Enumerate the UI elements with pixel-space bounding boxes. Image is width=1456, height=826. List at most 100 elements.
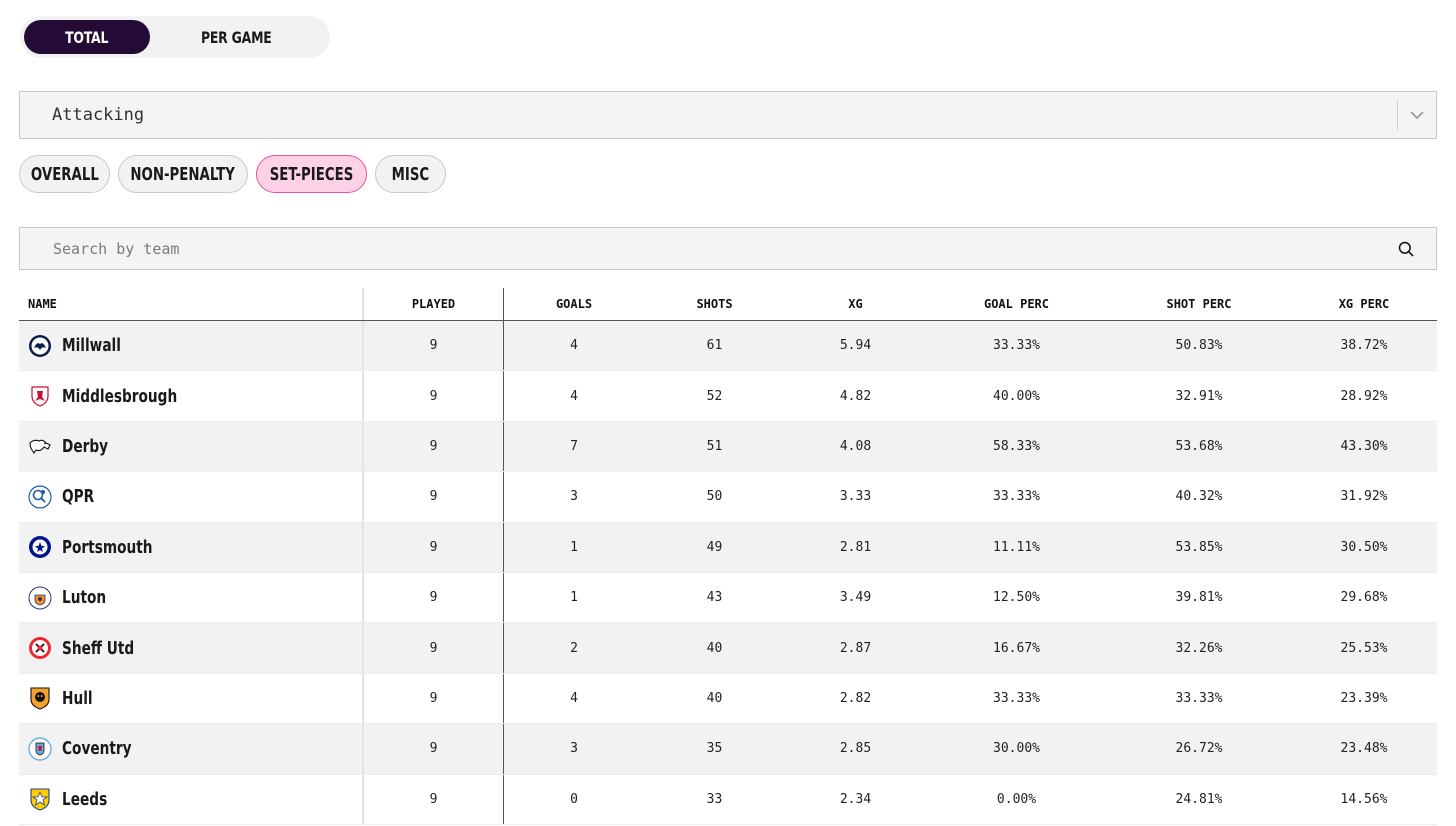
cell-goal-perc: 33.33%: [993, 690, 1040, 706]
cell-xg-perc: 43.30%: [1340, 438, 1388, 454]
table-row[interactable]: Portsmouth 9 1 49 2.81 11.11% 53.85% 30.50%: [19, 522, 1437, 573]
sheff-utd-crest-icon: [28, 636, 52, 660]
per-game-toggle-button[interactable]: PER GAME: [150, 20, 322, 54]
cell-shots: 33: [706, 791, 723, 807]
search-icon[interactable]: [1376, 241, 1436, 257]
team-name[interactable]: Derby: [62, 436, 108, 457]
team-name[interactable]: Luton: [62, 587, 106, 608]
table-row[interactable]: Luton 9 1 43 3.49 12.50% 39.81% 29.68%: [19, 572, 1437, 624]
portsmouth-crest-icon: [28, 535, 52, 559]
team-name[interactable]: Sheff Utd: [62, 638, 134, 659]
header-shots[interactable]: SHOTS: [644, 297, 785, 311]
cell-shot-perc: 53.85%: [1175, 539, 1223, 555]
cell-shot-perc: 39.81%: [1175, 590, 1223, 606]
cell-xg-perc: 38.72%: [1340, 338, 1388, 354]
team-name[interactable]: Middlesbrough: [62, 386, 177, 407]
table-row[interactable]: Middlesbrough 9 4 52 4.82 40.00% 32.91% 28.92%: [19, 371, 1437, 422]
search-input[interactable]: [20, 228, 1376, 269]
cell-xg: 2.82: [839, 690, 872, 706]
cell-xg-perc: 30.50%: [1340, 539, 1388, 555]
filter-pills: OVERALL NON-PENALTY SET-PIECES MISC: [19, 155, 446, 193]
millwall-crest-icon: [28, 334, 52, 358]
team-cell: Portsmouth: [19, 522, 364, 572]
table-row[interactable]: Derby 9 7 51 4.08 58.33% 53.68% 43.30%: [19, 421, 1437, 473]
cell-shots: 52: [706, 388, 723, 404]
cell-xg: 4.82: [839, 388, 872, 404]
team-name[interactable]: Coventry: [62, 738, 132, 759]
cell-shot-perc: 32.91%: [1175, 388, 1223, 404]
header-played[interactable]: PLAYED: [364, 288, 504, 320]
table-row[interactable]: Coventry 9 3 35 2.85 30.00% 26.72% 23.48%: [19, 724, 1437, 775]
cell-shots: 40: [706, 640, 723, 656]
cell-xg-perc: 23.48%: [1340, 741, 1388, 757]
team-name[interactable]: Portsmouth: [62, 537, 153, 558]
cell-xg-perc: 14.56%: [1340, 791, 1388, 807]
cell-xg: 3.49: [839, 590, 872, 606]
header-xg-perc[interactable]: XG PERC: [1291, 297, 1437, 311]
cell-shots: 49: [706, 539, 723, 555]
team-name[interactable]: Hull: [62, 688, 93, 709]
cell-xg: 3.33: [839, 489, 872, 505]
cell-goals: 1: [570, 539, 578, 555]
table-row[interactable]: Leeds 9 0 33 2.34 0.00% 24.81% 14.56%: [19, 774, 1437, 825]
table-row[interactable]: Millwall 9 4 61 5.94 33.33% 50.83% 38.72%: [19, 321, 1437, 372]
filter-non-penalty-label: NON-PENALTY: [130, 163, 236, 185]
cell-xg: 2.85: [839, 741, 872, 757]
header-shot-perc[interactable]: SHOT PERC: [1107, 297, 1291, 311]
filter-misc[interactable]: MISC: [375, 155, 446, 193]
cell-played: 9: [364, 774, 504, 824]
table-row[interactable]: Sheff Utd 9 2 40 2.87 16.67% 32.26% 25.53%: [19, 623, 1437, 674]
team-cell: Luton: [19, 572, 364, 623]
filter-overall[interactable]: OVERALL: [19, 155, 110, 193]
table-row[interactable]: Hull 9 4 40 2.82 33.33% 33.33% 23.39%: [19, 673, 1437, 725]
team-name[interactable]: QPR: [62, 486, 94, 507]
cell-shots: 35: [706, 741, 723, 757]
category-dropdown-value: Attacking: [52, 105, 145, 125]
table-header: NAME PLAYED GOALS SHOTS XG GOAL PERC SHO…: [19, 288, 1437, 321]
cell-shot-perc: 33.33%: [1175, 690, 1223, 706]
cell-played: 9: [364, 522, 504, 572]
cell-played: 9: [364, 623, 504, 673]
cell-goal-perc: 30.00%: [993, 741, 1040, 757]
team-cell: Sheff Utd: [19, 623, 364, 673]
cell-shots: 51: [706, 438, 723, 454]
cell-goals: 2: [570, 640, 578, 656]
team-name[interactable]: Millwall: [62, 335, 121, 356]
cell-xg-perc: 25.53%: [1340, 640, 1388, 656]
team-stats-table: NAME PLAYED GOALS SHOTS XG GOAL PERC SHO…: [19, 288, 1437, 825]
team-cell: Coventry: [19, 724, 364, 774]
cell-goals: 7: [570, 438, 578, 454]
cell-xg-perc: 31.92%: [1340, 489, 1388, 505]
filter-overall-label: OVERALL: [30, 163, 99, 185]
cell-goals: 3: [570, 741, 578, 757]
cell-shot-perc: 53.68%: [1175, 438, 1223, 454]
header-goal-perc[interactable]: GOAL PERC: [926, 297, 1107, 311]
category-dropdown[interactable]: Attacking: [19, 91, 1437, 139]
filter-non-penalty[interactable]: NON-PENALTY: [118, 155, 248, 193]
team-cell: Hull: [19, 673, 364, 724]
cell-shot-perc: 32.26%: [1175, 640, 1223, 656]
cell-shots: 43: [706, 590, 723, 606]
header-name[interactable]: NAME: [19, 288, 364, 320]
qpr-crest-icon: [28, 485, 52, 509]
cell-xg: 2.81: [839, 539, 872, 555]
filter-set-pieces[interactable]: SET-PIECES: [256, 155, 367, 193]
chevron-down-icon[interactable]: [1398, 92, 1436, 138]
hull-crest-icon: [28, 686, 52, 711]
table-row[interactable]: QPR 9 3 50 3.33 33.33% 40.32% 31.92%: [19, 472, 1437, 523]
luton-crest-icon: [28, 586, 52, 610]
cell-played: 9: [364, 421, 504, 472]
cell-goal-perc: 58.33%: [993, 438, 1040, 454]
derby-crest-icon: [28, 434, 52, 458]
team-cell: Leeds: [19, 774, 364, 824]
middlesbrough-crest-icon: [28, 384, 52, 408]
cell-xg: 5.94: [839, 338, 872, 354]
team-cell: Millwall: [19, 321, 364, 371]
coventry-crest-icon: [28, 737, 52, 761]
header-goals[interactable]: GOALS: [504, 297, 644, 311]
total-label: TOTAL: [65, 27, 109, 47]
cell-goals: 4: [570, 338, 578, 354]
total-toggle-button[interactable]: TOTAL: [24, 20, 150, 54]
header-xg[interactable]: XG: [785, 297, 926, 311]
team-name[interactable]: Leeds: [62, 789, 107, 810]
